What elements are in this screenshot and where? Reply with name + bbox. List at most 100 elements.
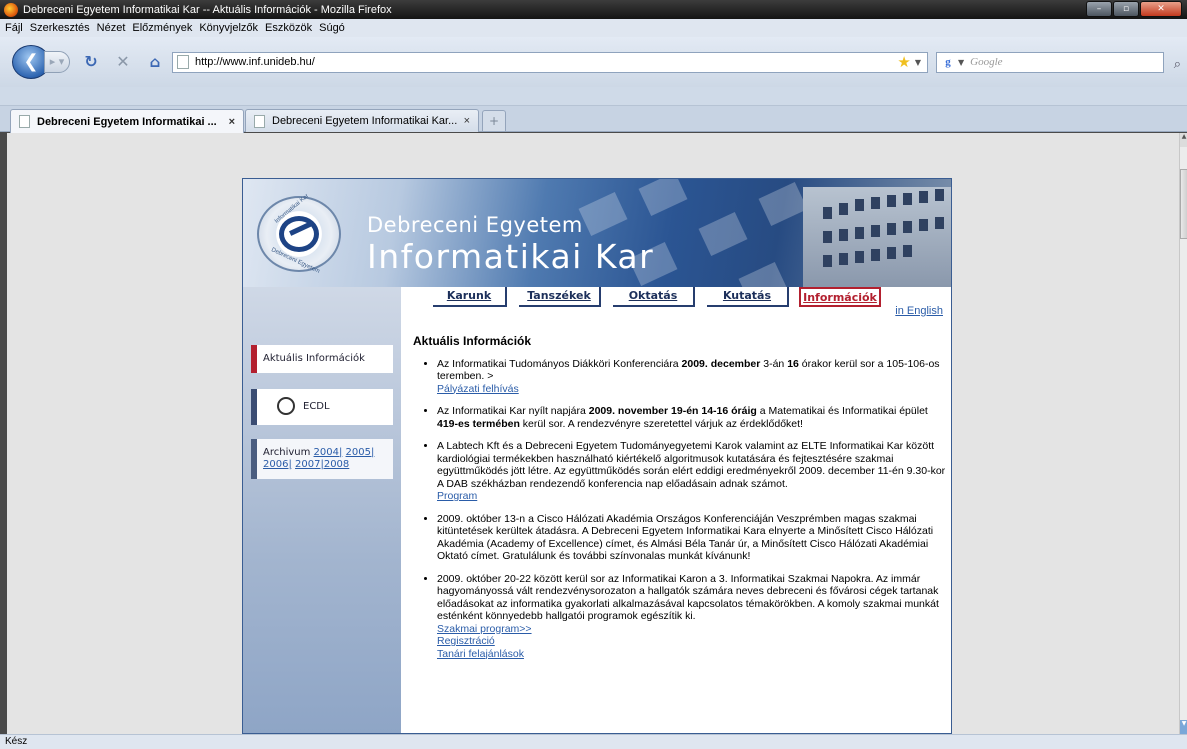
vertical-scrollbar[interactable]: ▲ ▼	[1179, 133, 1187, 734]
menu-file[interactable]: Fájl	[5, 22, 23, 34]
navigation-toolbar: ❮ ▸ ▾ ↻ ✕ ⌂ http://www.inf.unideb.hu/ ★ …	[0, 37, 1187, 87]
new-tab-button[interactable]: +	[482, 110, 506, 131]
sidebar-item-current-news[interactable]: Aktuális Információk	[251, 345, 393, 373]
address-bar[interactable]: http://www.inf.unideb.hu/ ★ ▼	[172, 51, 928, 73]
banner-title-line2: Informatikai Kar	[367, 237, 655, 276]
news-item: A Labtech Kft és a Debreceni Egyetem Tud…	[437, 440, 947, 503]
news-item: 2009. október 13-n a Cisco Hálózati Akad…	[437, 513, 947, 563]
stop-icon: ✕	[116, 52, 130, 71]
archive-label: Archivum	[263, 447, 311, 458]
tab-inactive[interactable]: Debreceni Egyetem Informatikai Kar... ×	[245, 109, 479, 132]
news-item: 2009. október 20-22 között kerül sor az …	[437, 573, 947, 661]
page-icon	[19, 115, 30, 128]
menu-tanszekek[interactable]: Tanszékek	[519, 287, 601, 307]
window-title: Debreceni Egyetem Informatikai Kar -- Ak…	[23, 3, 392, 16]
reload-button[interactable]: ↻	[80, 51, 102, 73]
scroll-down-arrow-icon[interactable]: ▼	[1180, 720, 1187, 734]
news-text-bold: 2009. december	[681, 357, 761, 370]
sidebar-item-ecdl[interactable]: ECDL	[251, 389, 393, 425]
search-placeholder[interactable]: Google	[970, 56, 1002, 68]
archive-link-2006[interactable]: 2006|	[263, 459, 292, 470]
ecdl-icon	[277, 397, 295, 415]
menu-edit[interactable]: Szerkesztés	[30, 22, 90, 34]
menu-tools[interactable]: Eszközök	[265, 22, 312, 34]
archive-link-2007-2008[interactable]: 2007|2008	[295, 459, 349, 470]
menu-help[interactable]: Súgó	[319, 22, 345, 34]
english-link[interactable]: in English	[895, 305, 943, 317]
stop-button[interactable]: ✕	[112, 51, 134, 73]
news-text: 2009. október 13-n a Cisco Hálózati Akad…	[437, 512, 934, 563]
menu-kutatas[interactable]: Kutatás	[707, 287, 789, 307]
news-text: A Labtech Kft és a Debreceni Egyetem Tud…	[437, 440, 946, 490]
news-link[interactable]: Tanári felajánlások	[437, 648, 947, 661]
title-bar: Debreceni Egyetem Informatikai Kar -- Ak…	[0, 0, 1187, 19]
university-logo[interactable]: Informatikai Kar Debreceni Egyetem	[257, 193, 341, 275]
news-text-part: Az Informatikai Kar nyílt napjára	[437, 405, 589, 417]
news-link[interactable]: Program	[437, 490, 947, 503]
news-link[interactable]: Regisztráció	[437, 635, 947, 648]
sidebar-item-label: ECDL	[303, 401, 330, 412]
close-tab-icon[interactable]: ×	[464, 115, 470, 127]
news-text-part: kerül sor. A rendezvényre szeretettel vá…	[519, 417, 803, 430]
news-text-part: Az Informatikai Tudományos Diákköri Konf…	[437, 357, 682, 370]
google-icon[interactable]: g	[940, 54, 956, 70]
building-photo	[803, 187, 951, 287]
archive-links: Archivum 2004| 2005| 2006| 2007|2008	[257, 439, 393, 479]
main-menu: Karunk Tanszékek Oktatás Kutatás Informá…	[403, 287, 951, 309]
url-text[interactable]: http://www.inf.unideb.hu/	[195, 56, 897, 68]
close-tab-icon[interactable]: ×	[229, 116, 235, 128]
sidebar-item-archive: Archivum 2004| 2005| 2006| 2007|2008	[251, 439, 393, 479]
sidebar: Aktuális Információk ECDL Archivum 2004|…	[243, 287, 401, 733]
menu-bookmarks[interactable]: Könyvjelzők	[199, 22, 258, 34]
menu-informaciok[interactable]: Információk	[799, 287, 881, 307]
search-icon[interactable]: ⌕	[1174, 57, 1181, 72]
menu-bar: Fájl Szerkesztés Nézet Előzmények Könyvj…	[0, 19, 1187, 37]
web-content-area: Informatikai Kar Debreceni Egyetem Debre…	[7, 133, 1179, 734]
search-engine-dropdown-icon[interactable]: ▼	[958, 58, 964, 67]
news-text-bold: 419-es termében	[437, 417, 520, 430]
page-icon	[254, 114, 265, 128]
menu-oktatas[interactable]: Oktatás	[613, 287, 695, 307]
tab-title: Debreceni Egyetem Informatikai ...	[37, 115, 217, 128]
sidebar-ecdl-link[interactable]: ECDL	[257, 389, 393, 423]
news-text: Az Informatikai Tudományos Diákköri Konf…	[437, 358, 940, 383]
url-dropdown-icon[interactable]: ▼	[915, 58, 921, 67]
news-text-bold: 2009. november 19-én 14-16 óráig	[588, 405, 757, 417]
maximize-button[interactable]: ▫	[1113, 1, 1139, 17]
close-window-button[interactable]: ✕	[1140, 1, 1182, 17]
news-item: Az Informatikai Kar nyílt napjára 2009. …	[437, 405, 947, 430]
search-bar[interactable]: g ▼ Google	[936, 51, 1164, 73]
news-link[interactable]: Szakmai program>>	[437, 623, 947, 636]
archive-link-2005[interactable]: 2005|	[346, 447, 375, 458]
logo-emblem-icon	[279, 216, 319, 252]
tab-active[interactable]: Debreceni Egyetem Informatikai ... ×	[10, 109, 244, 133]
home-icon: ⌂	[149, 53, 161, 71]
arrow-left-icon: ❮	[23, 51, 39, 72]
news-link[interactable]: Pályázati felhívás	[437, 383, 947, 396]
scroll-up-arrow-icon[interactable]: ▲	[1180, 133, 1187, 147]
bookmark-star-icon[interactable]: ★	[897, 53, 910, 71]
menu-view[interactable]: Nézet	[97, 22, 126, 34]
news-text-bold: 16	[787, 357, 799, 370]
page-container: Informatikai Kar Debreceni Egyetem Debre…	[242, 178, 952, 734]
news-text: Az Informatikai Kar nyílt napjára 2009. …	[437, 405, 928, 430]
scroll-thumb[interactable]	[1180, 169, 1187, 239]
home-button[interactable]: ⌂	[144, 51, 166, 73]
minimize-button[interactable]: –	[1086, 1, 1112, 17]
status-bar: Kész	[0, 734, 1187, 749]
forward-button[interactable]: ▸ ▾	[44, 51, 70, 73]
arrow-right-icon: ▸ ▾	[49, 55, 65, 68]
main-content: Aktuális Információk Az Informatikai Tud…	[413, 335, 947, 670]
news-text-part: 3-án	[760, 357, 788, 370]
tab-title: Debreceni Egyetem Informatikai Kar...	[272, 115, 458, 127]
sidebar-item-label[interactable]: Aktuális Információk	[257, 345, 393, 373]
menu-karunk[interactable]: Karunk	[433, 287, 507, 307]
banner-title-line1: Debreceni Egyetem	[367, 213, 583, 237]
bookmarks-toolbar	[0, 87, 1187, 106]
firefox-icon	[4, 2, 18, 17]
archive-link-2004[interactable]: 2004|	[314, 447, 343, 458]
window-controls: – ▫ ✕	[1085, 1, 1182, 17]
news-item: Az Informatikai Tudományos Diákköri Konf…	[437, 358, 947, 396]
site-banner: Informatikai Kar Debreceni Egyetem Debre…	[243, 179, 951, 287]
menu-history[interactable]: Előzmények	[132, 22, 192, 34]
